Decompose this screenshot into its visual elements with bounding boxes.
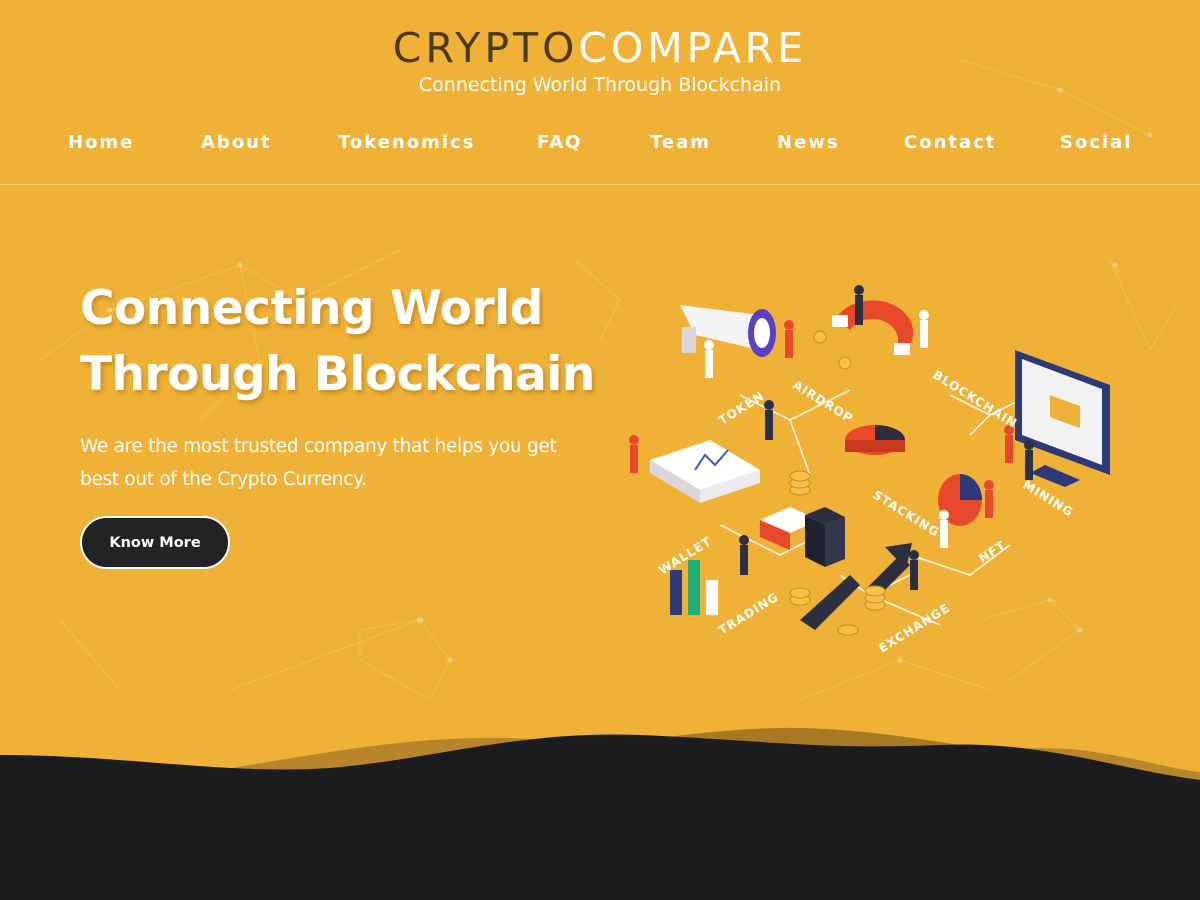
nav-about[interactable]: About [201, 132, 272, 153]
logo[interactable]: CRYPTOCOMPARE [0, 26, 1200, 70]
bottom-wave [0, 727, 1200, 900]
hero-title: Connecting World Through Blockchain [80, 276, 620, 408]
hero-subtitle: We are the most trusted company that hel… [80, 436, 557, 490]
label-nft: NFT [976, 538, 1008, 565]
nav-home[interactable]: Home [68, 132, 134, 153]
nav-tokenomics[interactable]: Tokenomics [338, 132, 475, 153]
label-stacking: STACKING [870, 488, 942, 540]
tagline: Connecting World Through Blockchain [418, 74, 782, 96]
nav-divider [0, 184, 1200, 185]
label-trading: TRADING [716, 590, 781, 638]
logo-part-compare: COMPARE [578, 24, 808, 72]
megaphone-icon [680, 305, 776, 357]
main-nav: Home About Tokenomics FAQ Team News Cont… [0, 132, 1200, 162]
label-blockchain: BLOCKCHAIN [930, 368, 1019, 431]
logo-part-crypto: CRYPTO [392, 24, 579, 72]
nav-contact[interactable]: Contact [904, 132, 996, 153]
magnet-icon [813, 300, 914, 370]
brand-header: CRYPTOCOMPARE Connecting World Through B… [0, 26, 1200, 96]
hero-title-line2: Through Blockchain [80, 347, 595, 402]
blockchain-illustration: TOKEN AIRDROP BLOCKCHAIN MINING STACKING… [629, 285, 1110, 656]
hero-title-line1: Connecting World [80, 281, 543, 336]
nav-team[interactable]: Team [650, 132, 711, 153]
label-exchange: EXCHANGE [876, 601, 952, 656]
nav-faq[interactable]: FAQ [537, 132, 582, 153]
nav-news[interactable]: News [777, 132, 840, 153]
document-chart-icon [650, 440, 760, 503]
label-token: TOKEN [716, 389, 767, 428]
label-wallet: WALLET [656, 534, 714, 577]
nav-social[interactable]: Social [1060, 132, 1133, 153]
label-airdrop: AIRDROP [790, 378, 855, 426]
know-more-button[interactable]: Know More [80, 516, 230, 569]
